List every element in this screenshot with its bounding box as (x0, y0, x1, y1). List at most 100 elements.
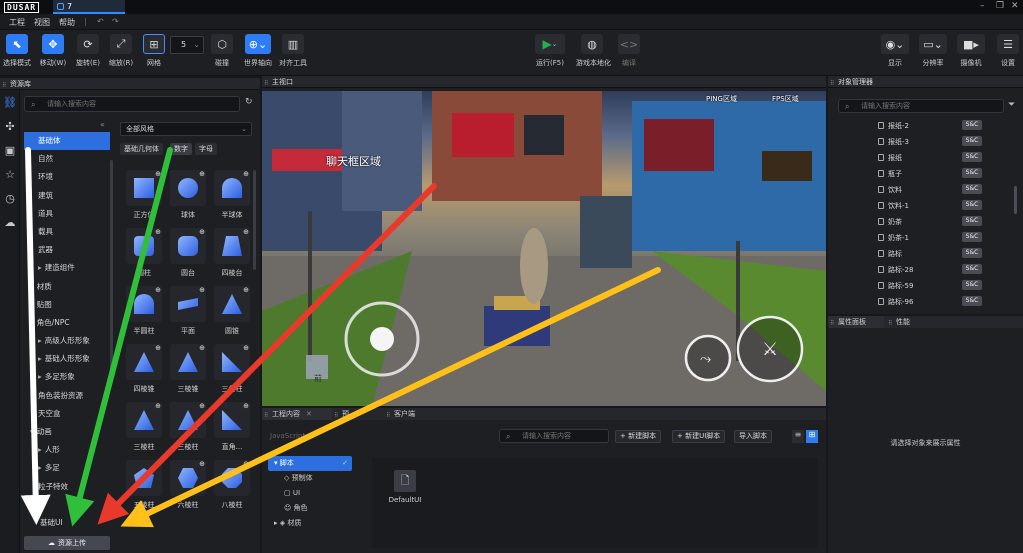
asset-cell[interactable]: ⊕ 三角柱 (212, 344, 252, 400)
collision-button[interactable]: ⬡ 碰撞 (207, 34, 237, 68)
object-row[interactable]: 奶茶-1 S&C (828, 230, 1013, 246)
object-list-scrollbar[interactable] (1014, 186, 1017, 214)
world-axis-button[interactable]: ⊕⌄ 世界轴向 (243, 34, 273, 68)
tree-item[interactable]: 环境 (24, 168, 110, 186)
zoom-icon[interactable]: ⊕ (199, 170, 205, 178)
collapse-icon[interactable]: « (100, 120, 105, 129)
grid-size-select[interactable]: 5 ⌄ (170, 36, 204, 54)
import-script-button[interactable]: 导入脚本 (734, 430, 772, 443)
asset-cell[interactable]: ⊕ 半圆柱 (124, 286, 164, 342)
tree-arrow-icon[interactable]: ▸ (30, 300, 34, 309)
project-tree-scripts[interactable]: ▾ 脚本 ✓ (268, 456, 352, 471)
tree-scrollbar[interactable] (110, 160, 113, 380)
asset-cell[interactable]: ⊕ 球体 (168, 170, 208, 226)
camera-button[interactable]: ■▸ 摄像机 (956, 34, 986, 68)
file-defaultui[interactable]: 🗋 DefaultUI (380, 470, 430, 504)
display-button[interactable]: ◉⌄ 显示 (880, 34, 910, 68)
new-ui-script-button[interactable]: + 新建UI脚本 (672, 430, 726, 443)
asset-cell[interactable]: ⊕ 三棱锥 (168, 344, 208, 400)
zoom-icon[interactable]: ⊕ (199, 228, 205, 236)
asset-cell[interactable]: ⊕ 半球体 (212, 170, 252, 226)
zoom-icon[interactable]: ⊕ (199, 344, 205, 352)
zoom-icon[interactable]: ⊕ (243, 170, 249, 178)
zoom-icon[interactable]: ⊕ (155, 228, 161, 236)
tree-item[interactable]: 粒子特效 (24, 478, 110, 496)
zoom-icon[interactable]: ⊕ (243, 286, 249, 294)
list-view-icon[interactable]: ≡ (792, 430, 804, 443)
tree-item[interactable]: 载具 (24, 223, 110, 241)
tree-arrow-icon[interactable]: ▾ (30, 427, 34, 436)
upload-asset-button[interactable]: ☁ 资源上传 (24, 536, 110, 550)
project-tree-characters[interactable]: ☺ 角色 (268, 501, 352, 516)
asset-cell[interactable]: ⊕ 六棱柱 (168, 460, 208, 516)
object-row[interactable]: 报纸 S&C (828, 150, 1013, 166)
zoom-icon[interactable]: ⊕ (155, 286, 161, 294)
tree-item[interactable]: ▸ 材质 (24, 278, 110, 296)
object-row[interactable]: 报纸-2 S&C (828, 118, 1013, 134)
tree-arrow-icon[interactable]: ▸ (38, 354, 42, 363)
assets-icon[interactable]: ⛓ (3, 96, 17, 110)
scale-button[interactable]: ⤢ 缩放(R) (106, 34, 136, 68)
object-row[interactable]: 奶茶 S&C (828, 214, 1013, 230)
zoom-icon[interactable]: ⊕ (243, 344, 249, 352)
toolbox-icon[interactable]: ▣ (3, 144, 17, 158)
project-tree-ui[interactable]: ▢ UI (268, 486, 352, 501)
style-dropdown[interactable]: 全部风格 ⌄ (120, 122, 252, 136)
cloud-upload-icon[interactable]: ☁ (3, 216, 17, 230)
resolution-button[interactable]: ▭⌄ 分辨率 (918, 34, 948, 68)
asset-cell[interactable]: ⊕ 五棱柱 (124, 460, 164, 516)
project-tree-prefabs[interactable]: ◇ 预制体 (268, 471, 352, 486)
filter-icon[interactable]: ⏷ (1008, 100, 1015, 110)
grid-button[interactable]: ⊞ 网格 (139, 34, 169, 68)
tree-item[interactable]: 天空盒 (24, 405, 110, 423)
star-icon[interactable]: ☆ (3, 168, 17, 182)
tree-item[interactable]: 建筑 (24, 187, 110, 205)
close-icon[interactable]: ✕ (1011, 1, 1019, 11)
tree-item[interactable]: ▸ 人形 (24, 441, 110, 459)
tree-item[interactable]: 道具 (24, 205, 110, 223)
tree-arrow-icon[interactable]: ▸ (38, 445, 42, 454)
object-row[interactable]: 路标-28 S&C (828, 262, 1013, 278)
tab-client[interactable]: ⠿ 客户端 (384, 408, 444, 420)
tree-arrow-icon[interactable]: ▸ (30, 282, 34, 291)
select-mode-button[interactable]: ⬉ 选择模式 (2, 34, 32, 68)
run-button[interactable]: ▶ ⌄ 运行(F5) (533, 34, 567, 68)
tree-item[interactable]: ▾ 角色/NPC (24, 314, 110, 332)
tree-item[interactable]: ▸ 建造组件 (24, 259, 110, 277)
zoom-icon[interactable]: ⊕ (155, 460, 161, 468)
grid-view-icon[interactable]: ⊞ (806, 430, 818, 443)
restore-icon[interactable]: ❐ (996, 1, 1004, 11)
tree-item[interactable]: 武器 (24, 241, 110, 259)
localization-button[interactable]: ◍ 游戏本地化 (576, 34, 611, 68)
tree-item[interactable]: 自然 (24, 150, 110, 168)
drag-grip-icon[interactable]: ⠿ (2, 80, 6, 92)
object-row[interactable]: 路标-96 S&C (828, 294, 1013, 310)
tree-arrow-icon[interactable]: ▸ (38, 372, 42, 381)
object-row[interactable]: 路标 S&C (828, 246, 1013, 262)
tab-performance[interactable]: ⠿ 性能 (886, 316, 926, 328)
grid-scrollbar[interactable] (253, 170, 256, 270)
asset-cell[interactable]: ⊕ 平面 (168, 286, 208, 342)
components-icon[interactable]: ✣ (3, 120, 17, 134)
menu-view[interactable]: 视图 (34, 17, 50, 28)
tab-properties[interactable]: ⠿ 属性面板 (828, 316, 884, 328)
object-row[interactable]: 路标-59 S&C (828, 278, 1013, 294)
object-row[interactable]: 饮料 S&C (828, 182, 1013, 198)
menu-help[interactable]: 帮助 (59, 17, 75, 28)
menu-project[interactable]: 工程 (9, 17, 25, 28)
zoom-icon[interactable]: ⊕ (199, 460, 205, 468)
zoom-icon[interactable]: ⊕ (199, 286, 205, 294)
redo-icon[interactable]: ↷ (112, 17, 119, 26)
asset-cell[interactable]: ⊕ 圆柱 (124, 228, 164, 284)
compile-button[interactable]: <> 编译 (614, 34, 644, 68)
object-search-input[interactable]: ⌕ 请输入搜索内容 (838, 99, 1004, 113)
chip-letters[interactable]: 字母 (195, 143, 217, 155)
asset-cell[interactable]: ⊕ 正方体 (124, 170, 164, 226)
game-scene-view[interactable]: ⚔ ⤳ 聊天框区域 PING区域 FPS区域 前 (262, 91, 826, 406)
tree-item[interactable]: ▾ 动画 (24, 423, 110, 441)
tree-arrow-icon[interactable]: ▸ (38, 336, 42, 345)
asset-cell[interactable]: ⊕ 八棱柱 (212, 460, 252, 516)
drag-grip-icon[interactable]: ⠿ (264, 78, 268, 90)
asset-cell[interactable]: ⊕ 四棱台 (212, 228, 252, 284)
tree-arrow-icon[interactable]: ▸ (38, 463, 42, 472)
